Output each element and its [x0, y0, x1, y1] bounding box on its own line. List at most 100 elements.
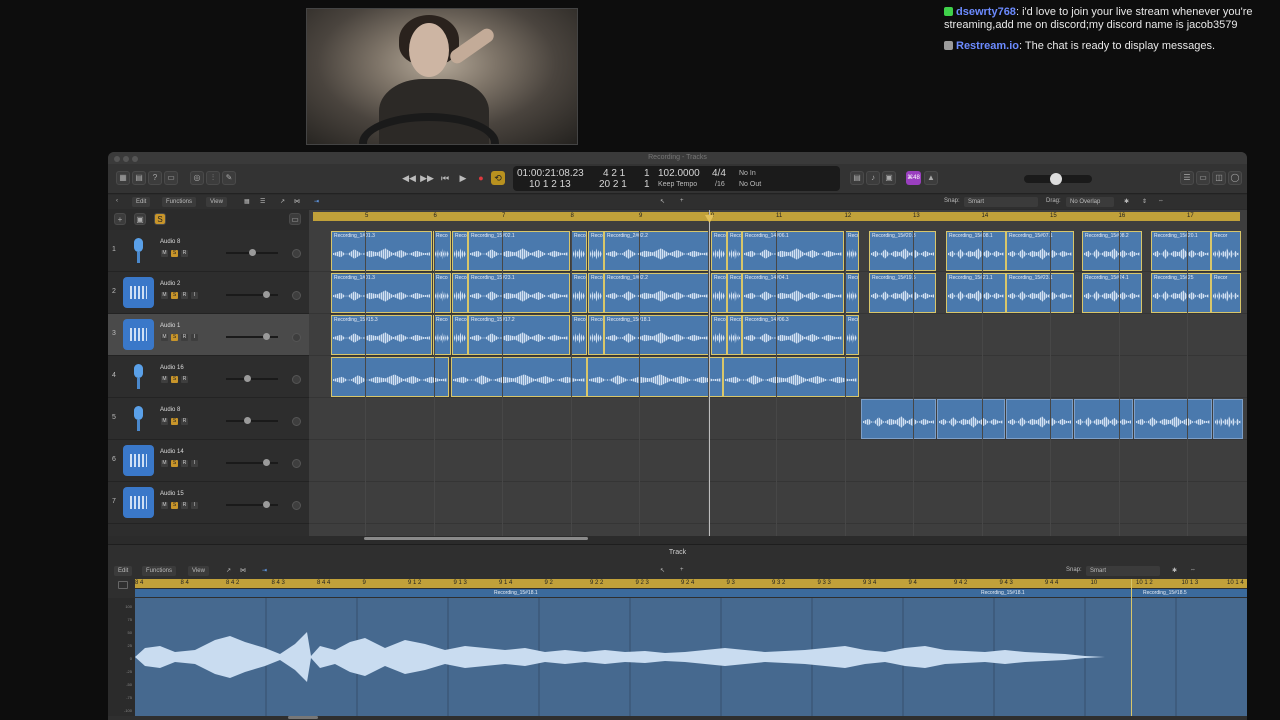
- solo-button[interactable]: S: [171, 250, 178, 257]
- notes-icon[interactable]: ▭: [1196, 171, 1210, 185]
- audio-region[interactable]: Reco: [845, 315, 859, 355]
- editor-view-menu[interactable]: View: [188, 566, 209, 576]
- input-monitor-button[interactable]: I: [191, 502, 198, 509]
- lcd-display[interactable]: 01:00:21:08.23 10 1 2 13 4 2 1 1 20 2 1 …: [513, 166, 840, 191]
- metronome-icon[interactable]: ▲: [924, 171, 938, 185]
- solo-button[interactable]: S: [171, 292, 178, 299]
- audio-region[interactable]: [723, 357, 859, 397]
- audio-region[interactable]: Recording_1#01.3: [331, 231, 432, 271]
- list-icon[interactable]: ☰: [1180, 171, 1194, 185]
- audio-region[interactable]: Recording_15#23.1: [1006, 273, 1074, 313]
- browser-icon[interactable]: ◫: [1212, 171, 1226, 185]
- grid-view-icon[interactable]: ▦: [244, 198, 250, 205]
- list-editors-icon[interactable]: ▤: [850, 171, 864, 185]
- audio-region[interactable]: Reco: [711, 315, 727, 355]
- playhead[interactable]: [709, 210, 710, 536]
- mute-button[interactable]: M: [161, 292, 168, 299]
- track-header[interactable]: 1 Audio 8 MSR: [108, 230, 309, 272]
- audio-region[interactable]: Recording_15#18.1: [604, 315, 710, 355]
- audio-region[interactable]: Recor: [1211, 273, 1241, 313]
- toolbar-icon[interactable]: ▭: [164, 171, 178, 185]
- audio-region[interactable]: Recording_15#24.1: [1082, 273, 1142, 313]
- editor-region-bar[interactable]: Recording_15#18.1 Recording_15#18.1 Reco…: [135, 589, 1247, 597]
- help-icon[interactable]: ?: [148, 171, 162, 185]
- audio-region[interactable]: Recording_15#15.3: [331, 315, 432, 355]
- audio-region[interactable]: Reco: [845, 231, 859, 271]
- drag-select[interactable]: No Overlap: [1066, 197, 1114, 207]
- record-enable-button[interactable]: R: [181, 418, 188, 425]
- audio-region[interactable]: Recording_15#23.1: [468, 273, 570, 313]
- audio-region[interactable]: Reco: [727, 315, 742, 355]
- editor-pointer-tool-icon[interactable]: ↖: [660, 567, 665, 574]
- audio-region[interactable]: Recording_15#17.2: [468, 315, 570, 355]
- header-options-icon[interactable]: ▭: [289, 213, 301, 225]
- input-monitor-button[interactable]: I: [191, 460, 198, 467]
- rewind-icon[interactable]: ◀◀: [402, 171, 416, 185]
- audio-region[interactable]: Recording_1#01.3: [331, 273, 432, 313]
- catch-icon[interactable]: ⇥: [314, 198, 319, 205]
- editor-scrollbar[interactable]: [288, 716, 318, 719]
- volume-slider[interactable]: [226, 417, 278, 424]
- purple-badge[interactable]: ⌘48: [906, 171, 921, 185]
- track-name[interactable]: Audio 1: [160, 323, 180, 329]
- solo-button[interactable]: S: [171, 502, 178, 509]
- volume-knob[interactable]: [263, 501, 271, 508]
- audio-region[interactable]: [1213, 399, 1243, 439]
- audio-region[interactable]: Reco: [727, 231, 742, 271]
- audio-region[interactable]: Recording_15#08.2: [1082, 231, 1142, 271]
- input-monitor-button[interactable]: I: [191, 292, 198, 299]
- audio-region[interactable]: Recording_2#02.2: [604, 231, 710, 271]
- pan-knob[interactable]: [292, 459, 301, 468]
- mute-button[interactable]: M: [161, 334, 168, 341]
- minimize-icon[interactable]: [123, 156, 129, 162]
- pan-knob[interactable]: [292, 291, 301, 300]
- track-header[interactable]: 2 Audio 2 MSRI: [108, 272, 309, 314]
- track-header[interactable]: 6 Audio 14 M S R I: [108, 440, 309, 482]
- close-icon[interactable]: [114, 156, 120, 162]
- audio-region[interactable]: Recording_14#04.1: [742, 273, 844, 313]
- audio-region[interactable]: Recording_15#08.1: [946, 231, 1006, 271]
- record-enable-button[interactable]: R: [181, 502, 188, 509]
- pencil-tool-icon[interactable]: +: [680, 198, 684, 204]
- track-lanes[interactable]: Recording_1#01.3 Reco Reco Recording_15#02.…: [309, 230, 1247, 536]
- audio-region[interactable]: Reco: [588, 315, 604, 355]
- mute-button[interactable]: M: [161, 418, 168, 425]
- volume-slider[interactable]: [226, 249, 278, 256]
- track-name[interactable]: Audio 15: [160, 491, 184, 497]
- pointer-tool-icon[interactable]: ↖: [660, 198, 665, 205]
- record-enable-button[interactable]: R: [181, 460, 188, 467]
- record-enable-button[interactable]: R: [181, 334, 188, 341]
- audio-region[interactable]: Recording_14#06.1: [742, 231, 844, 271]
- library-icon[interactable]: ▦: [116, 171, 130, 185]
- input-monitor-button[interactable]: I: [191, 334, 198, 341]
- pan-knob[interactable]: [292, 501, 301, 510]
- audio-region[interactable]: Reco: [588, 273, 604, 313]
- audio-region[interactable]: Recording_15#25: [1151, 273, 1211, 313]
- track-name[interactable]: Audio 16: [160, 365, 184, 371]
- audio-region[interactable]: Recording_15#19.5: [869, 273, 936, 313]
- audio-region[interactable]: Reco: [727, 273, 742, 313]
- audio-region[interactable]: Reco: [588, 231, 604, 271]
- track-name[interactable]: Audio 2: [160, 281, 180, 287]
- volume-slider[interactable]: [226, 333, 278, 340]
- horizontal-scrollbar[interactable]: [364, 537, 588, 540]
- audio-region[interactable]: Recording_15#07.1: [1006, 231, 1074, 271]
- editor-catch-icon[interactable]: ⇥: [262, 567, 267, 574]
- editor-edit-menu[interactable]: Edit: [114, 566, 133, 576]
- editor-playhead[interactable]: [1131, 579, 1132, 716]
- track-header[interactable]: 5 Audio 8 MSR: [108, 398, 309, 440]
- track-header[interactable]: 3 Audio 1 MSRI: [108, 314, 309, 356]
- play-icon[interactable]: ▶: [456, 171, 470, 185]
- pan-knob[interactable]: [292, 333, 301, 342]
- volume-slider[interactable]: [226, 291, 278, 298]
- mixer-icon[interactable]: ⫶: [206, 171, 220, 185]
- track-lane[interactable]: [309, 482, 1247, 524]
- audio-region[interactable]: Reco: [571, 231, 587, 271]
- bar-ruler[interactable]: 567891011121314151617: [313, 212, 1240, 221]
- horizontal-zoom-icon[interactable]: ⇔: [1158, 198, 1164, 204]
- functions-menu[interactable]: Functions: [162, 197, 197, 207]
- volume-slider[interactable]: [226, 501, 278, 508]
- volume-knob[interactable]: [263, 459, 271, 466]
- master-volume-slider[interactable]: [1024, 173, 1092, 185]
- view-menu[interactable]: View: [206, 197, 227, 207]
